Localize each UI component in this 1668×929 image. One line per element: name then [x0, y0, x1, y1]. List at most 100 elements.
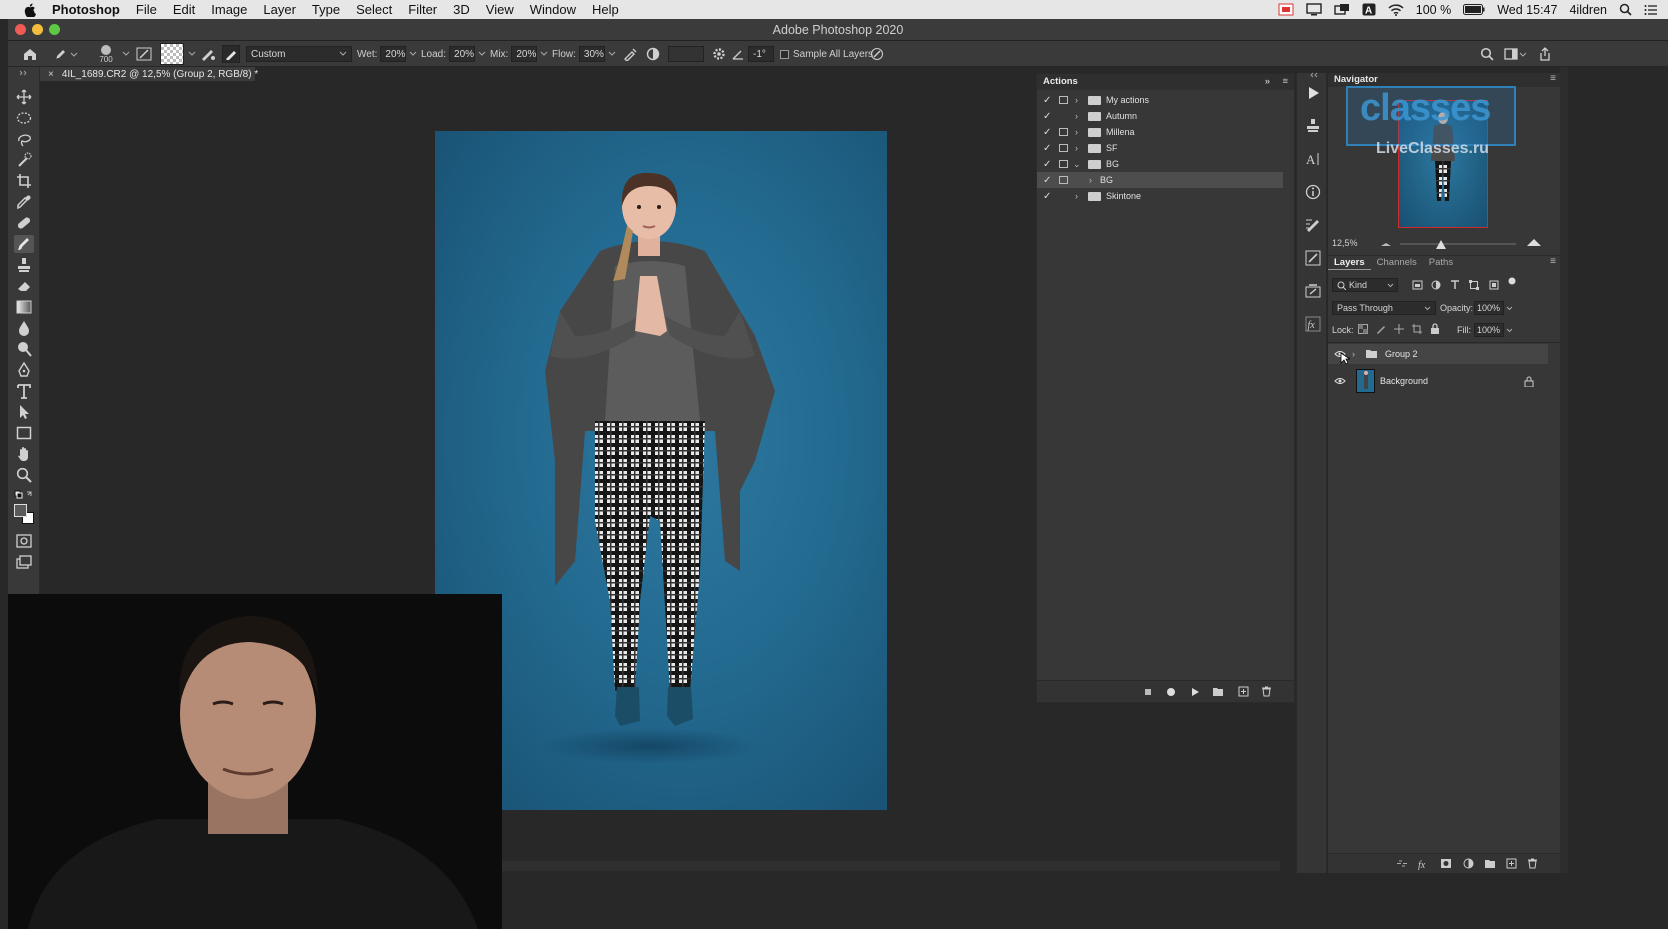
- menu-help[interactable]: Help: [584, 0, 627, 19]
- lock-icon[interactable]: [1524, 376, 1534, 387]
- new-set-folder-icon[interactable]: [1212, 686, 1224, 697]
- lasso-tool-icon[interactable]: [14, 130, 34, 148]
- fill-field[interactable]: 100%: [1474, 323, 1504, 337]
- brush-settings-icon[interactable]: [136, 41, 152, 67]
- blur-tool-icon[interactable]: [14, 319, 34, 337]
- add-mask-icon[interactable]: [1440, 858, 1452, 869]
- menu-select[interactable]: Select: [348, 0, 400, 19]
- action-set-row[interactable]: ✓ ⌄ BG: [1037, 156, 1283, 172]
- dialog-toggle-icon[interactable]: [1059, 144, 1068, 152]
- dialog-toggle-icon[interactable]: [1059, 176, 1068, 184]
- blend-mode-select[interactable]: Pass Through: [1332, 301, 1436, 315]
- user-name[interactable]: 4ildren: [1569, 3, 1607, 17]
- brush-settings-panel-icon[interactable]: [1303, 215, 1323, 235]
- menu-window[interactable]: Window: [522, 0, 584, 19]
- menu-3d[interactable]: 3D: [445, 0, 478, 19]
- layer-name[interactable]: Background: [1380, 376, 1428, 386]
- gradient-tool-icon[interactable]: [14, 298, 34, 316]
- expand-panels-icon[interactable]: [1303, 70, 1323, 80]
- recording-icon[interactable]: [1278, 3, 1294, 16]
- opacity-field[interactable]: 100%: [1474, 301, 1504, 315]
- load-options-chevron-icon[interactable]: [188, 41, 196, 67]
- play-action-icon[interactable]: [1303, 83, 1323, 103]
- current-brush-load-swatch[interactable]: [160, 41, 184, 67]
- filter-type-icon[interactable]: [1450, 280, 1460, 290]
- rectangle-tool-icon[interactable]: [14, 424, 34, 442]
- menu-type[interactable]: Type: [304, 0, 348, 19]
- filter-toggle-icon[interactable]: [1508, 277, 1516, 285]
- chevron-down-icon[interactable]: [540, 51, 548, 57]
- quick-selection-tool-icon[interactable]: [14, 151, 34, 169]
- input-source-icon[interactable]: A: [1362, 3, 1376, 16]
- play-icon[interactable]: [1190, 687, 1200, 697]
- trash-icon[interactable]: [1527, 858, 1538, 869]
- share-icon[interactable]: [1538, 41, 1552, 67]
- display-icon[interactable]: [1306, 3, 1322, 16]
- link-layers-icon[interactable]: [1396, 859, 1408, 868]
- home-icon[interactable]: [22, 41, 38, 67]
- chevron-down-icon[interactable]: ⌄: [1073, 159, 1081, 170]
- lock-image-pixels-icon[interactable]: [1376, 324, 1386, 334]
- action-set-row[interactable]: ✓ › My actions: [1037, 92, 1283, 108]
- action-row-selected[interactable]: ✓ › BG: [1037, 172, 1283, 188]
- crop-tool-icon[interactable]: [14, 172, 34, 190]
- smoothing-settings-gear-icon[interactable]: [712, 41, 726, 67]
- trash-icon[interactable]: [1261, 686, 1272, 697]
- menu-image[interactable]: Image: [203, 0, 255, 19]
- chevron-down-icon[interactable]: [409, 51, 417, 57]
- chevron-right-icon[interactable]: ›: [1075, 191, 1078, 201]
- chevron-down-icon[interactable]: [478, 51, 486, 57]
- zoom-in-icon[interactable]: [1526, 237, 1542, 247]
- clock[interactable]: Wed 15:47: [1497, 3, 1557, 17]
- pen-tool-icon[interactable]: [14, 361, 34, 379]
- zoom-tool-icon[interactable]: [14, 466, 34, 484]
- screen-share-icon[interactable]: [1334, 3, 1350, 16]
- checkbox-icon[interactable]: [780, 49, 789, 59]
- action-set-row[interactable]: ✓ › Skintone: [1037, 188, 1283, 204]
- zoom-out-icon[interactable]: [1380, 240, 1392, 248]
- menu-file[interactable]: File: [128, 0, 165, 19]
- search-icon[interactable]: [1480, 41, 1494, 67]
- mixer-brush-tool-icon[interactable]: [14, 235, 34, 253]
- chevron-right-icon[interactable]: ›: [1075, 127, 1078, 137]
- chevron-right-icon[interactable]: ›: [1075, 143, 1078, 153]
- zoom-percent[interactable]: 12,5%: [1332, 238, 1358, 248]
- close-tab-icon[interactable]: ×: [48, 69, 54, 80]
- smoothing-field[interactable]: [668, 41, 704, 67]
- menu-edit[interactable]: Edit: [165, 0, 203, 19]
- dialog-toggle-icon[interactable]: [1059, 128, 1068, 136]
- chevron-right-icon[interactable]: ›: [1352, 349, 1355, 359]
- load-value[interactable]: 20%: [454, 49, 474, 60]
- load-brush-after-stroke-icon[interactable]: [200, 41, 216, 67]
- chevron-down-icon[interactable]: [1506, 328, 1513, 333]
- flow-control[interactable]: Flow: 30%: [552, 41, 616, 67]
- filter-adjustment-icon[interactable]: [1431, 280, 1441, 290]
- info-icon[interactable]: [1303, 182, 1323, 202]
- stop-icon[interactable]: [1143, 687, 1153, 697]
- blend-preset-select[interactable]: Custom: [246, 41, 352, 67]
- chevron-right-icon[interactable]: ›: [1075, 111, 1078, 121]
- brushes-panel-icon[interactable]: [1303, 248, 1323, 268]
- zoom-slider-thumb[interactable]: [1436, 240, 1446, 249]
- collapse-panel-icon[interactable]: »: [1265, 74, 1270, 90]
- chevron-right-icon[interactable]: ›: [1089, 175, 1092, 185]
- character-panel-icon[interactable]: A: [1303, 149, 1323, 169]
- panel-menu-icon[interactable]: ≡: [1282, 74, 1288, 90]
- wet-control[interactable]: Wet: 20%: [357, 41, 417, 67]
- checkmark-icon[interactable]: ✓: [1043, 191, 1051, 202]
- move-tool-icon[interactable]: [14, 88, 34, 106]
- tab-channels[interactable]: Channels: [1371, 256, 1423, 270]
- airbrush-icon[interactable]: [622, 41, 638, 67]
- document-image[interactable]: [435, 131, 887, 810]
- action-set-row[interactable]: ✓ › SF: [1037, 140, 1283, 156]
- mix-control[interactable]: Mix: 20%: [490, 41, 548, 67]
- filter-shape-icon[interactable]: [1469, 280, 1479, 290]
- eraser-tool-icon[interactable]: [14, 277, 34, 295]
- new-group-icon[interactable]: [1484, 858, 1496, 869]
- default-colors-icon[interactable]: [14, 488, 34, 502]
- battery-icon[interactable]: [1463, 4, 1485, 15]
- pressure-icon[interactable]: [870, 41, 884, 67]
- brush-size-picker[interactable]: 700: [98, 41, 114, 67]
- checkmark-icon[interactable]: ✓: [1043, 143, 1051, 154]
- screen-mode-icon[interactable]: [14, 553, 34, 571]
